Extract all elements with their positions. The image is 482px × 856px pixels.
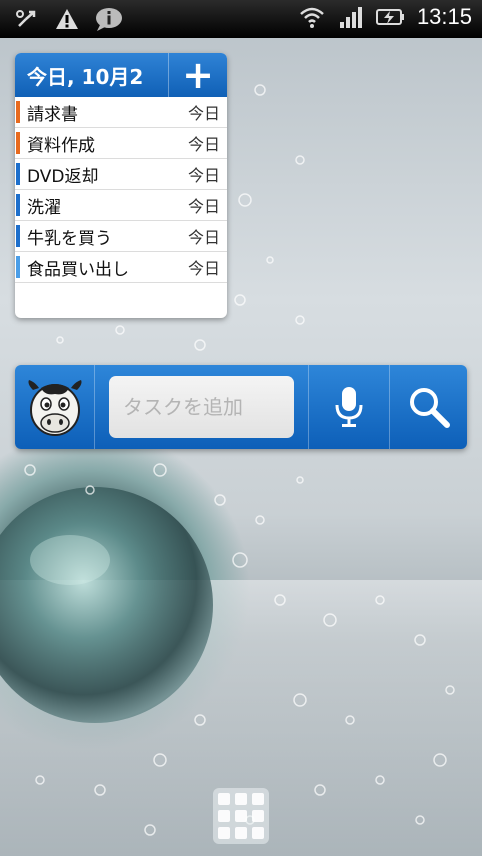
app-drawer-grid-icon[interactable] — [213, 788, 269, 844]
microphone-icon — [335, 387, 363, 427]
chat-bubble-icon — [96, 8, 122, 31]
signal-icon — [339, 7, 362, 28]
search-button[interactable] — [390, 365, 467, 449]
wifi-icon — [300, 7, 324, 28]
app-logo-button[interactable] — [15, 365, 95, 449]
task-name: 資料作成 — [27, 135, 95, 156]
task-item[interactable]: 食品買い出し 今日 — [15, 252, 227, 283]
task-due-date: 今日 — [187, 259, 220, 278]
task-due-date: 今日 — [187, 135, 220, 154]
voice-input-button[interactable] — [309, 365, 390, 449]
add-task-button[interactable]: + — [168, 53, 227, 97]
task-name: DVD返却 — [27, 166, 99, 187]
task-name: 洗濯 — [27, 197, 61, 218]
task-due-date: 今日 — [187, 197, 220, 216]
search-icon — [409, 388, 450, 428]
battery-charging-icon — [375, 9, 404, 25]
clock: 13:15 — [416, 4, 472, 29]
task-input-container — [95, 365, 309, 449]
task-list: 請求書 今日 資料作成 今日 DVD返却 今日 洗濯 今日 牛乳を買う 今日 食… — [15, 97, 227, 283]
task-item[interactable]: 牛乳を買う 今日 — [15, 221, 227, 252]
task-due-date: 今日 — [187, 228, 220, 247]
quick-add-widget — [15, 365, 467, 449]
task-list-widget: 今日, 10月2 + 請求書 今日 資料作成 今日 DVD返却 今日 洗濯 今日… — [15, 53, 227, 318]
task-item[interactable]: 資料作成 今日 — [15, 128, 227, 159]
task-name: 請求書 — [27, 104, 78, 125]
usb-debug-icon — [16, 10, 36, 27]
task-due-date: 今日 — [187, 166, 220, 185]
add-task-input[interactable] — [109, 376, 294, 438]
task-name: 牛乳を買う — [27, 228, 112, 249]
task-name: 食品買い出し — [27, 259, 129, 280]
warning-icon — [56, 9, 78, 29]
task-due-date: 今日 — [187, 104, 220, 123]
widget-header: 今日, 10月2 + — [15, 53, 227, 97]
status-bar: 13:15 — [0, 0, 482, 38]
task-item[interactable]: DVD返却 今日 — [15, 159, 227, 190]
task-item[interactable]: 洗濯 今日 — [15, 190, 227, 221]
task-item[interactable]: 請求書 今日 — [15, 97, 227, 128]
widget-date-title[interactable]: 今日, 10月2 — [15, 61, 168, 90]
cow-logo-icon — [28, 380, 81, 436]
